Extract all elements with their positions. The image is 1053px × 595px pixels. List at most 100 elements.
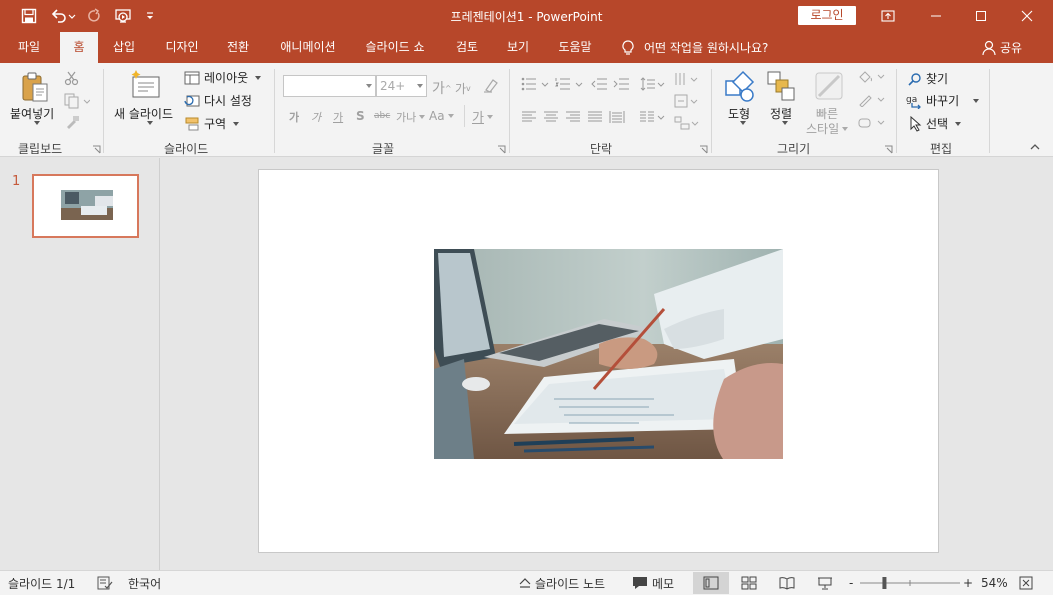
- underline-button[interactable]: 가: [333, 109, 343, 125]
- grow-font-button[interactable]: 가 ^: [432, 78, 452, 98]
- shape-fill-icon[interactable]: [857, 70, 885, 84]
- layout-button[interactable]: 레이아웃: [184, 69, 262, 86]
- strikethrough-button[interactable]: abc: [374, 111, 390, 121]
- find-button[interactable]: 찾기: [908, 70, 948, 87]
- zoom-in-button[interactable]: +: [963, 571, 973, 595]
- share-label: 공유: [1000, 41, 1023, 55]
- maximize-icon[interactable]: [958, 0, 1004, 32]
- justify-icon[interactable]: [587, 110, 603, 124]
- text-direction-icon[interactable]: [673, 71, 699, 87]
- arrange-dropdown-icon[interactable]: [779, 121, 788, 125]
- login-button[interactable]: 로그인: [798, 6, 856, 25]
- numbering-icon[interactable]: [555, 77, 583, 91]
- font-group-label: 글꼴: [372, 142, 395, 156]
- select-button[interactable]: 선택: [910, 115, 962, 132]
- ribbon-display-options-icon[interactable]: [865, 0, 911, 32]
- minimize-icon[interactable]: [913, 0, 959, 32]
- paste-icon[interactable]: [20, 71, 50, 103]
- zoom-out-button[interactable]: -: [849, 571, 853, 595]
- slide-show-view-button[interactable]: [807, 572, 843, 594]
- smartart-icon[interactable]: [673, 115, 699, 131]
- tab-insert[interactable]: 삽입: [104, 32, 144, 63]
- shapes-label: 도형: [728, 107, 751, 121]
- new-slide-icon[interactable]: [130, 69, 162, 99]
- fit-to-window-icon[interactable]: [1019, 571, 1033, 595]
- format-painter-icon[interactable]: [64, 115, 80, 131]
- reading-view-button[interactable]: [769, 572, 805, 594]
- lightbulb-icon: [622, 39, 634, 55]
- slide-sorter-view-button[interactable]: [731, 572, 767, 594]
- slide-canvas[interactable]: [258, 169, 939, 553]
- quick-styles-icon[interactable]: [813, 70, 845, 102]
- paragraph-launcher-icon[interactable]: [699, 145, 708, 154]
- distributed-icon[interactable]: [609, 110, 625, 124]
- replace-button[interactable]: ga 바꾸기: [906, 92, 980, 109]
- tab-design[interactable]: 디자인: [158, 32, 206, 63]
- shape-outline-icon[interactable]: [857, 93, 885, 107]
- line-spacing-icon[interactable]: [639, 77, 665, 91]
- tab-animations[interactable]: 애니메이션: [272, 32, 344, 63]
- columns-icon[interactable]: [639, 110, 665, 124]
- tab-file[interactable]: 파일: [6, 32, 52, 63]
- quick-styles-button[interactable]: 스타일: [806, 120, 849, 137]
- collapse-ribbon-icon[interactable]: [1030, 143, 1040, 151]
- drawing-launcher-icon[interactable]: [884, 145, 893, 154]
- tab-slide-show[interactable]: 슬라이드 쇼: [356, 32, 434, 63]
- new-slide-dropdown-icon[interactable]: [144, 121, 153, 125]
- tab-help[interactable]: 도움말: [550, 32, 600, 63]
- shapes-dropdown-icon[interactable]: [737, 121, 746, 125]
- align-left-icon[interactable]: [521, 110, 537, 124]
- bullets-icon[interactable]: [521, 77, 549, 91]
- arrange-icon[interactable]: [766, 70, 796, 102]
- slide-photo[interactable]: [434, 249, 783, 459]
- arrange-button[interactable]: 정렬: [770, 105, 792, 122]
- close-icon[interactable]: [1004, 0, 1050, 32]
- layout-label: 레이아웃: [204, 71, 249, 85]
- text-shadow-button[interactable]: S: [356, 109, 365, 123]
- reset-button[interactable]: 다시 설정: [184, 92, 252, 109]
- normal-view-button[interactable]: [693, 572, 729, 594]
- font-launcher-icon[interactable]: [497, 145, 506, 154]
- tab-transitions[interactable]: 전환: [216, 32, 260, 63]
- notes-button[interactable]: 슬라이드 노트: [519, 571, 605, 595]
- comments-button[interactable]: 메모: [632, 571, 674, 595]
- new-slide-label: 새 슬라이드: [114, 107, 174, 121]
- shapes-button[interactable]: 도형: [728, 105, 750, 122]
- tab-view[interactable]: 보기: [498, 32, 538, 63]
- language-indicator[interactable]: 한국어: [128, 571, 161, 595]
- shapes-icon[interactable]: [723, 69, 757, 103]
- shrink-font-button[interactable]: 가v: [455, 80, 471, 97]
- reading-view-icon: [779, 577, 795, 590]
- font-size-combo[interactable]: 24+: [376, 75, 427, 97]
- align-center-icon[interactable]: [543, 110, 559, 124]
- align-text-icon[interactable]: [673, 93, 699, 109]
- section-button[interactable]: 구역: [184, 115, 240, 132]
- change-case-button[interactable]: Aa: [429, 109, 454, 123]
- tell-me-box[interactable]: 어떤 작업을 원하시나요?: [622, 32, 768, 63]
- increase-indent-icon[interactable]: [613, 77, 629, 91]
- zoom-slider-thumb[interactable]: [882, 577, 887, 589]
- decrease-indent-icon[interactable]: [591, 77, 607, 91]
- paste-dropdown-icon[interactable]: [31, 121, 40, 125]
- spelling-check-icon[interactable]: [97, 571, 113, 595]
- zoom-slider[interactable]: [860, 571, 960, 595]
- bold-button[interactable]: 가: [289, 109, 299, 125]
- clipboard-launcher-icon[interactable]: [92, 145, 101, 154]
- tab-review[interactable]: 검토: [447, 32, 487, 63]
- font-name-combo[interactable]: [283, 75, 376, 97]
- italic-button[interactable]: 가: [311, 109, 321, 125]
- shape-effects-icon[interactable]: [857, 116, 885, 130]
- zoom-level[interactable]: 54%: [981, 571, 1008, 595]
- tab-home[interactable]: 홈: [60, 32, 98, 63]
- paste-button[interactable]: 붙여넣기: [10, 105, 54, 122]
- clear-formatting-icon[interactable]: [481, 77, 499, 93]
- copy-icon[interactable]: [64, 93, 90, 109]
- align-right-icon[interactable]: [565, 110, 581, 124]
- slide-thumbnail[interactable]: [32, 174, 139, 238]
- font-color-button[interactable]: 가: [472, 107, 493, 126]
- new-slide-button[interactable]: 새 슬라이드: [114, 105, 173, 122]
- share-button[interactable]: 공유: [982, 32, 1022, 63]
- character-spacing-button[interactable]: 가나: [396, 109, 426, 125]
- cut-icon[interactable]: [64, 70, 80, 86]
- vertical-scrollbar[interactable]: [1046, 158, 1053, 570]
